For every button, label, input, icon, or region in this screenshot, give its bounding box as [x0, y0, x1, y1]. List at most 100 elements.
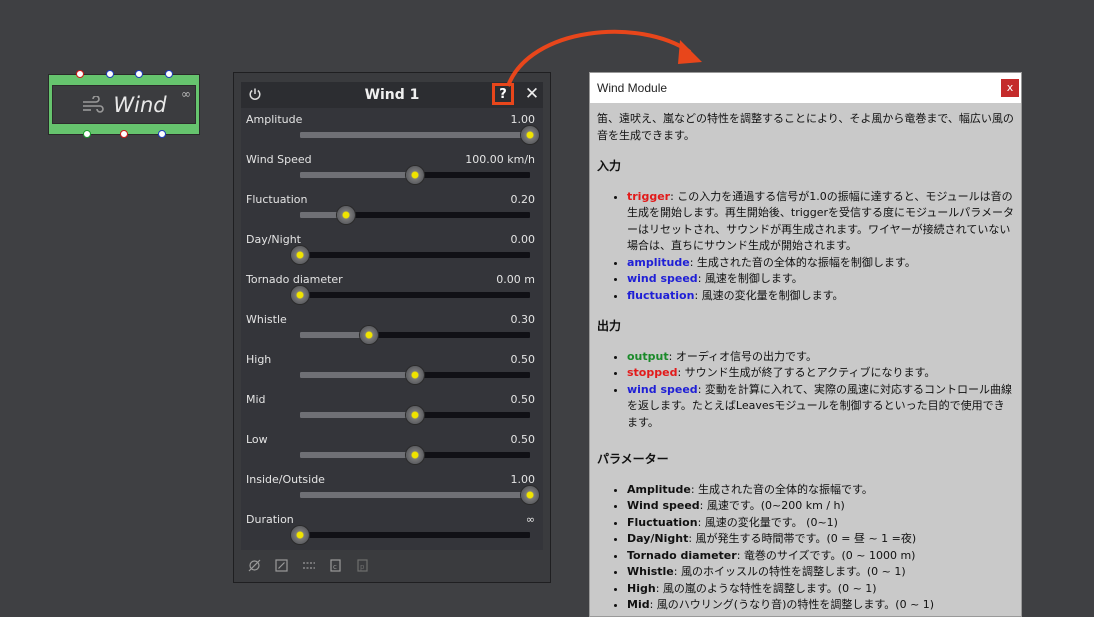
param-value: 1.00 [510, 113, 536, 126]
item-keyword: amplitude [627, 255, 690, 269]
item-description: : 生成された音の全体的な振幅を制御します。 [689, 255, 916, 269]
item-keyword: Tornado diameter [627, 548, 737, 562]
slider-fill [300, 332, 369, 338]
list-item: Mid: 風のハウリング(うなり音)の特性を調整します。(0 ~ 1) [627, 597, 1015, 614]
item-keyword: trigger [627, 189, 671, 203]
param-value: 0.50 [510, 433, 536, 446]
input-list: trigger: この入力を通過する信号が1.0の振幅に達すると、モジュールは音… [597, 189, 1015, 305]
param-slider[interactable] [300, 446, 530, 464]
param-row: Wind Speed 100.00 km/h [241, 153, 543, 193]
param-row: Low 0.50 [241, 433, 543, 473]
slider-fill [300, 492, 530, 498]
node-title: Wind [113, 92, 167, 117]
param-slider[interactable] [300, 326, 530, 344]
item-description: : 風のハウリング(うなり音)の特性を調整します。(0 ~ 1) [649, 598, 935, 611]
input-port-wind-speed[interactable] [135, 70, 143, 78]
input-port-trigger[interactable] [76, 70, 84, 78]
parameter-doc-list: Amplitude: 生成された音の全体的な振幅です。Wind speed: 風… [597, 482, 1015, 614]
svg-text:c: c [333, 563, 337, 571]
slider-knob[interactable] [406, 166, 424, 184]
output-port-output[interactable] [83, 130, 91, 138]
item-keyword: wind speed [627, 382, 698, 396]
param-name: Duration [246, 513, 294, 526]
parameter-heading: パラメーター [597, 452, 669, 466]
param-slider[interactable] [300, 166, 530, 184]
help-intro: 笛、遠吠え、嵐などの特性を調整することにより、そよ風から竜巻まで、幅広い風の音を… [597, 112, 1014, 142]
param-value: 0.50 [510, 353, 536, 366]
list-item: output: オーディオ信号の出力です。 [627, 349, 1015, 366]
item-description: : 風速の変化量を制御します。 [694, 288, 844, 302]
item-description: : 生成された音の全体的な振幅です。 [690, 482, 873, 496]
param-slider[interactable] [291, 526, 530, 544]
slider-fill [300, 132, 530, 138]
help-content: 笛、遠吠え、嵐などの特性を調整することにより、そよ風から竜巻まで、幅広い風の音を… [597, 111, 1015, 614]
list-item: wind speed: 変動を計算に入れて、実際の風速に対応するコントロール曲線… [627, 382, 1015, 432]
slider-knob[interactable] [521, 486, 539, 504]
input-heading: 入力 [597, 159, 622, 173]
param-row: Tornado diameter 0.00 m [241, 273, 543, 313]
param-row: Duration ∞ [241, 513, 543, 553]
param-value: 0.20 [510, 193, 536, 206]
output-port-stopped[interactable] [120, 130, 128, 138]
param-name: Inside/Outside [246, 473, 325, 486]
list-item: wind speed: 風速を制御します。 [627, 271, 1015, 288]
param-slider[interactable] [291, 246, 530, 264]
param-slider[interactable] [300, 206, 530, 224]
wind-node[interactable]: Wind ∞ [48, 70, 200, 138]
item-keyword: Whistle [627, 565, 674, 578]
output-port-wind-speed[interactable] [158, 130, 166, 138]
slider-fill [300, 452, 415, 458]
list-item: Fluctuation: 風速の変化量です。 (0~1) [627, 515, 1015, 532]
slider-fill [300, 172, 415, 178]
param-name: Whistle [246, 313, 287, 326]
item-description: : 風のホイッスルの特性を調整します。(0 ~ 1) [673, 565, 906, 578]
slider-knob[interactable] [291, 286, 309, 304]
param-name: High [246, 353, 272, 366]
param-slider[interactable] [300, 126, 539, 144]
list-item: fluctuation: 風速の変化量を制御します。 [627, 288, 1015, 305]
param-slider[interactable] [300, 406, 530, 424]
param-name: Wind Speed [246, 153, 312, 166]
copy-icon[interactable]: c [329, 559, 342, 572]
param-row: Mid 0.50 [241, 393, 543, 433]
param-row: Whistle 0.30 [241, 313, 543, 353]
slider-knob[interactable] [291, 526, 309, 544]
node-body[interactable]: Wind ∞ [52, 85, 196, 124]
item-keyword: stopped [627, 366, 678, 379]
slider-knob[interactable] [406, 446, 424, 464]
panel-footer: c p [248, 559, 369, 572]
param-row: Fluctuation 0.20 [241, 193, 543, 233]
help-window: Wind Module x 笛、遠吠え、嵐などの特性を調整することにより、そよ風… [589, 72, 1022, 617]
item-description: : この入力を通過する信号が1.0の振幅に達すると、モジュールは音の生成を開始し… [627, 189, 1014, 253]
param-row: Day/Night 0.00 [241, 233, 543, 273]
item-description: : 風の嵐のような特性を調整します。(0 ~ 1) [655, 581, 877, 595]
item-keyword: High [627, 581, 656, 595]
item-description: : サウンド生成が終了するとアクティブになります。 [677, 366, 936, 379]
randomize-icon[interactable] [302, 559, 315, 572]
item-description: : 風速の変化量です。 (0~1) [697, 515, 838, 529]
list-item: Tornado diameter: 竜巻のサイズです。(0 ~ 1000 m) [627, 548, 1015, 565]
bypass-icon[interactable] [248, 559, 261, 572]
slider-knob[interactable] [406, 406, 424, 424]
param-value: 0.50 [510, 393, 536, 406]
slider-knob[interactable] [521, 126, 539, 144]
input-port-fluctuation[interactable] [165, 70, 173, 78]
node-infinity: ∞ [181, 87, 191, 101]
slider-knob[interactable] [360, 326, 378, 344]
paste-icon[interactable]: p [356, 559, 369, 572]
input-port-amplitude[interactable] [106, 70, 114, 78]
svg-text:p: p [360, 563, 365, 571]
slider-knob[interactable] [337, 206, 355, 224]
slider-knob[interactable] [291, 246, 309, 264]
item-keyword: Amplitude [627, 482, 691, 496]
slider-knob[interactable] [406, 366, 424, 384]
param-slider[interactable] [291, 286, 530, 304]
param-slider[interactable] [300, 486, 539, 504]
slider-fill [300, 412, 415, 418]
help-window-close-button[interactable]: x [1001, 79, 1019, 97]
param-row: Amplitude 1.00 [241, 113, 543, 153]
param-slider[interactable] [300, 366, 530, 384]
param-row: High 0.50 [241, 353, 543, 393]
wind-icon [83, 95, 105, 113]
resize-icon[interactable] [275, 559, 288, 572]
